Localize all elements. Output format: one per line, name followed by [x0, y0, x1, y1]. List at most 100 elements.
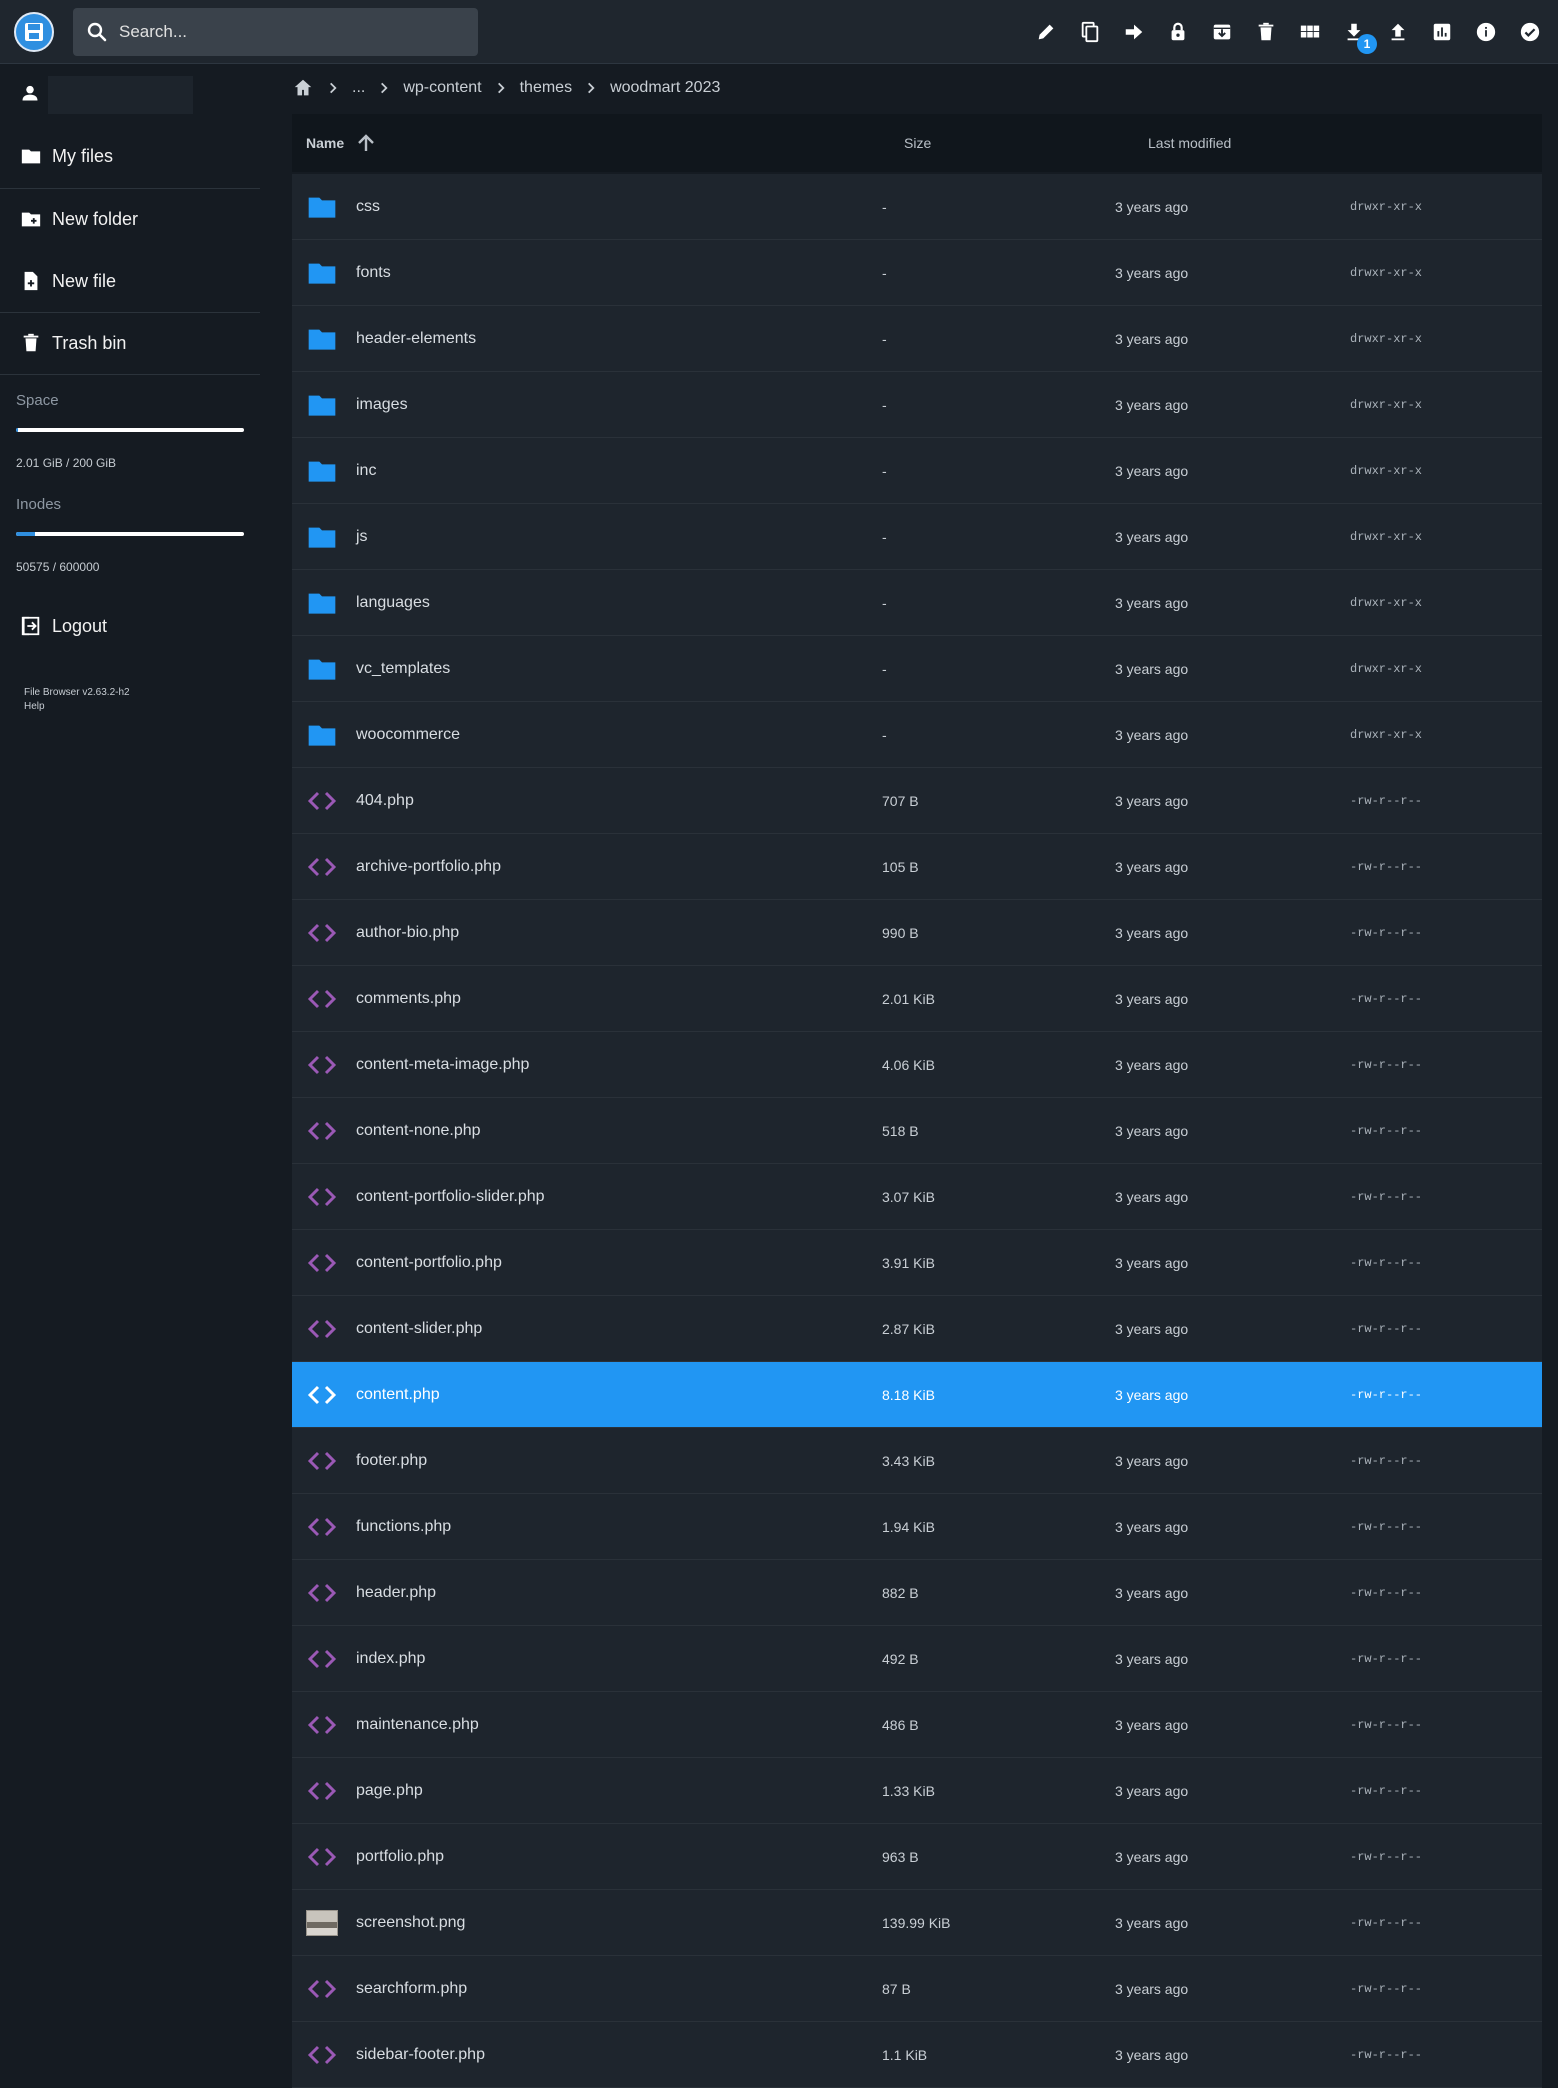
- help-link[interactable]: Help: [24, 700, 130, 714]
- file-row[interactable]: js - 3 years ago drwxr-xr-x: [292, 504, 1542, 570]
- file-row[interactable]: comments.php 2.01 KiB 3 years ago -rw-r--r-…: [292, 966, 1542, 1032]
- code-file-icon: [306, 1973, 338, 2005]
- file-size: 1.1 KiB: [882, 2046, 928, 2063]
- download-icon[interactable]: 1: [1332, 10, 1377, 54]
- file-row[interactable]: css - 3 years ago drwxr-xr-x: [292, 174, 1542, 240]
- file-permissions: -rw-r--r--: [1350, 1651, 1423, 1666]
- code-file-icon: [306, 1115, 338, 1147]
- sort-by-name[interactable]: Name: [306, 114, 378, 172]
- file-modified: 3 years ago: [1115, 1188, 1189, 1205]
- file-permissions: -rw-r--r--: [1350, 1981, 1423, 1996]
- file-name: functions.php: [356, 1517, 452, 1535]
- folder-icon: [306, 323, 338, 355]
- arrow-up-icon: [354, 131, 378, 155]
- file-row[interactable]: woocommerce - 3 years ago drwxr-xr-x: [292, 702, 1542, 768]
- sidebar-item-my-files[interactable]: My files: [0, 126, 260, 186]
- file-permissions: -rw-r--r--: [1350, 1453, 1423, 1468]
- file-name: sidebar-footer.php: [356, 2045, 485, 2063]
- sort-by-modified[interactable]: Last modified: [1148, 114, 1231, 172]
- file-row[interactable]: content-slider.php 2.87 KiB 3 years ago -rw…: [292, 1296, 1542, 1362]
- file-modified: 3 years ago: [1115, 924, 1189, 941]
- file-permissions: -rw-r--r--: [1350, 1255, 1423, 1270]
- file-modified: 3 years ago: [1115, 792, 1189, 809]
- file-list-header: Name Size Last modified: [292, 114, 1542, 172]
- file-name: screenshot.png: [356, 1913, 466, 1931]
- file-modified: 3 years ago: [1115, 1584, 1189, 1601]
- file-permissions: -rw-r--r--: [1350, 793, 1423, 808]
- file-modified: 3 years ago: [1115, 528, 1189, 545]
- info-icon[interactable]: [1464, 10, 1508, 54]
- move-icon[interactable]: [1112, 10, 1156, 54]
- lock-icon[interactable]: [1156, 10, 1200, 54]
- file-permissions: -rw-r--r--: [1350, 859, 1423, 874]
- user-row[interactable]: [0, 74, 260, 116]
- file-row[interactable]: footer.php 3.43 KiB 3 years ago -rw-r--r--: [292, 1428, 1542, 1494]
- file-row[interactable]: content-portfolio-slider.php 3.07 KiB 3 ye…: [292, 1164, 1542, 1230]
- file-modified: 3 years ago: [1115, 462, 1189, 479]
- file-row[interactable]: maintenance.php 486 B 3 years ago -rw-r--r-…: [292, 1692, 1542, 1758]
- file-row[interactable]: portfolio.php 963 B 3 years ago -rw-r--r--: [292, 1824, 1542, 1890]
- copy-icon[interactable]: [1068, 10, 1112, 54]
- search-box[interactable]: [73, 8, 478, 56]
- edit-icon[interactable]: [1024, 10, 1068, 54]
- code-file-icon: [306, 1841, 338, 1873]
- file-permissions: -rw-r--r--: [1350, 1717, 1423, 1732]
- code-file-icon: [306, 1379, 338, 1411]
- file-row[interactable]: header.php 882 B 3 years ago -rw-r--r--: [292, 1560, 1542, 1626]
- folder-icon: [306, 587, 338, 619]
- upload-icon[interactable]: [1376, 10, 1420, 54]
- delete-icon[interactable]: [1244, 10, 1288, 54]
- trash-icon: [20, 332, 42, 354]
- app-logo-icon[interactable]: [14, 12, 54, 52]
- search-input[interactable]: [117, 21, 461, 43]
- file-row[interactable]: fonts - 3 years ago drwxr-xr-x: [292, 240, 1542, 306]
- file-row[interactable]: 404.php 707 B 3 years ago -rw-r--r--: [292, 768, 1542, 834]
- file-row[interactable]: images - 3 years ago drwxr-xr-x: [292, 372, 1542, 438]
- breadcrumb-item[interactable]: themes: [520, 79, 572, 97]
- breadcrumb-ellipsis[interactable]: ...: [352, 79, 365, 97]
- sidebar-item-trash-bin[interactable]: Trash bin: [0, 313, 260, 373]
- download-count-badge: 1: [1357, 34, 1377, 54]
- space-progress-bar: [16, 428, 244, 432]
- user-icon: [20, 83, 40, 108]
- file-row[interactable]: sidebar-footer.php 1.1 KiB 3 years ago -rw-…: [292, 2022, 1542, 2088]
- sort-by-size[interactable]: Size: [904, 114, 931, 172]
- info-chart-icon[interactable]: [1420, 10, 1464, 54]
- file-row[interactable]: searchform.php 87 B 3 years ago -rw-r--r--: [292, 1956, 1542, 2022]
- file-name: archive-portfolio.php: [356, 857, 501, 875]
- select-all-icon[interactable]: [1508, 10, 1552, 54]
- file-name: js: [356, 527, 368, 545]
- breadcrumb-item[interactable]: woodmart 2023: [610, 79, 720, 97]
- sidebar-item-logout[interactable]: Logout: [0, 596, 260, 656]
- file-row[interactable]: functions.php 1.94 KiB 3 years ago -rw-r--r…: [292, 1494, 1542, 1560]
- file-row[interactable]: screenshot.png 139.99 KiB 3 years ago -rw-r…: [292, 1890, 1542, 1956]
- file-row[interactable]: archive-portfolio.php 105 B 3 years ago -rw…: [292, 834, 1542, 900]
- file-permissions: drwxr-xr-x: [1350, 331, 1423, 346]
- home-icon[interactable]: [292, 77, 314, 99]
- file-permissions: drwxr-xr-x: [1350, 661, 1423, 676]
- grid-view-icon[interactable]: [1288, 10, 1332, 54]
- file-permissions: -rw-r--r--: [1350, 991, 1423, 1006]
- file-name: languages: [356, 593, 430, 611]
- file-row[interactable]: languages - 3 years ago drwxr-xr-x: [292, 570, 1542, 636]
- file-row[interactable]: page.php 1.33 KiB 3 years ago -rw-r--r--: [292, 1758, 1542, 1824]
- file-permissions: -rw-r--r--: [1350, 2047, 1423, 2062]
- archive-icon[interactable]: [1200, 10, 1244, 54]
- file-row[interactable]: header-elements - 3 years ago drwxr-xr-x: [292, 306, 1542, 372]
- sidebar-item-new-folder[interactable]: New folder: [0, 189, 260, 249]
- file-size: 1.33 KiB: [882, 1782, 935, 1799]
- breadcrumb-item[interactable]: wp-content: [403, 79, 481, 97]
- file-size: 518 B: [882, 1122, 919, 1139]
- file-row[interactable]: index.php 492 B 3 years ago -rw-r--r--: [292, 1626, 1542, 1692]
- file-row[interactable]: vc_templates - 3 years ago drwxr-xr-x: [292, 636, 1542, 702]
- file-row[interactable]: author-bio.php 990 B 3 years ago -rw-r--r--: [292, 900, 1542, 966]
- file-name: fonts: [356, 263, 391, 281]
- file-name: content.php: [356, 1385, 440, 1403]
- file-row[interactable]: content-portfolio.php 3.91 KiB 3 years ago…: [292, 1230, 1542, 1296]
- code-file-icon: [306, 851, 338, 883]
- sidebar-item-new-file[interactable]: New file: [0, 251, 260, 311]
- file-row[interactable]: content-none.php 518 B 3 years ago -rw-r--r…: [292, 1098, 1542, 1164]
- file-row[interactable]: content-meta-image.php 4.06 KiB 3 years ag…: [292, 1032, 1542, 1098]
- file-row[interactable]: inc - 3 years ago drwxr-xr-x: [292, 438, 1542, 504]
- file-row[interactable]: content.php 8.18 KiB 3 years ago -rw-r--r--: [292, 1362, 1542, 1428]
